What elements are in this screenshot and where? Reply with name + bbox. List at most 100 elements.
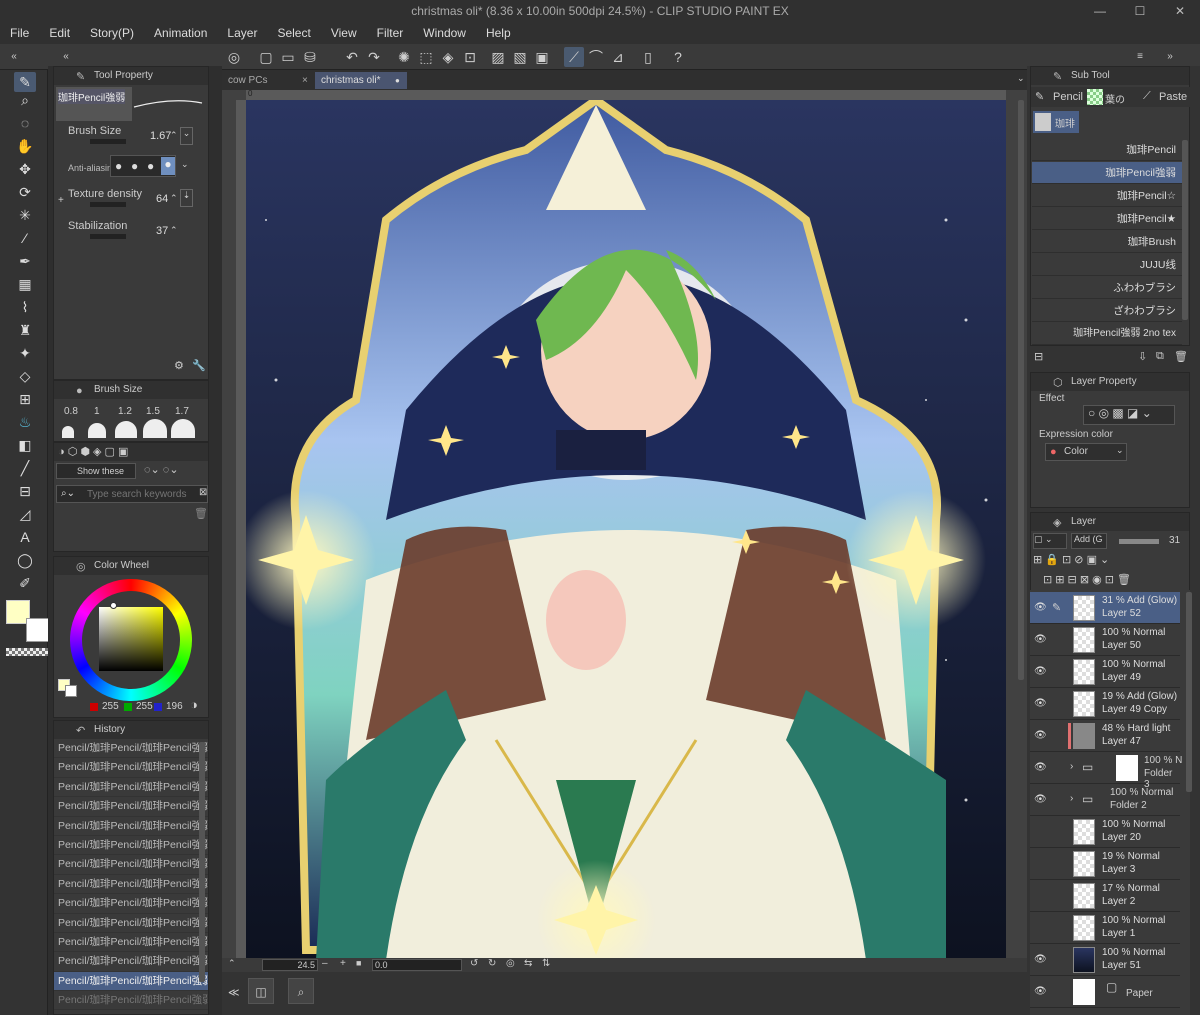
brush-size-preset-17[interactable]: 1.7 xyxy=(175,406,189,417)
layer-color-dropdown[interactable]: ▢ ⌄ xyxy=(1033,533,1067,549)
brush-size-spinner-icon[interactable]: ⌃ xyxy=(170,130,178,141)
rotate-right-icon[interactable]: ↻ xyxy=(488,958,496,969)
history-item[interactable]: Pencil/珈琲Pencil/珈琲Pencil強弱 xyxy=(54,875,208,895)
zoom-out-icon[interactable]: – xyxy=(322,958,328,969)
layer-row[interactable]: 👁 100 % Normal Layer 50 xyxy=(1030,624,1180,656)
brush-item[interactable]: 珈琲Pencil強弱 2no tex xyxy=(1032,323,1182,345)
opacity-value[interactable]: 31 xyxy=(1169,535,1180,546)
ruler-icon[interactable]: ◿ xyxy=(14,504,36,524)
hand-tool-icon[interactable]: ✋ xyxy=(14,136,36,156)
balloon-icon[interactable]: ◯ xyxy=(14,550,36,570)
layer-row[interactable]: 👁 48 % Hard light Layer 47 xyxy=(1030,720,1180,752)
tool-settings-icon[interactable]: ⚙ xyxy=(174,359,184,372)
history-item[interactable]: Pencil/珈琲Pencil/珈琲Pencil強弱 xyxy=(54,933,208,953)
snap-special-ruler-icon[interactable]: ⌒ xyxy=(586,47,606,67)
layer-row[interactable]: 👁 100 % Normal Layer 51 xyxy=(1030,944,1180,976)
tab-cow-pcs[interactable]: cow PCs × xyxy=(222,72,312,89)
saturation-value-square[interactable] xyxy=(99,607,163,671)
antialias-selector[interactable]: ● ● ● ● xyxy=(110,155,176,177)
brush-item[interactable]: ざわわブラシ xyxy=(1032,300,1182,322)
color-mode-icon[interactable]: ◑ xyxy=(190,697,198,712)
rotate-reset-icon[interactable]: ◎ xyxy=(506,958,515,969)
layer-row[interactable]: 100 % Normal Layer 20 xyxy=(1030,816,1180,848)
sub-tool-delete-icon[interactable]: 🗑 xyxy=(1174,350,1188,363)
folder-expand-icon[interactable]: › xyxy=(1070,761,1073,772)
menu-file[interactable]: File xyxy=(10,26,29,40)
material-filter-icon[interactable]: ◌⌄ ◌⌄ xyxy=(144,463,179,476)
search-layer-icon[interactable]: ⌕ xyxy=(288,978,314,1004)
tab-list-icon[interactable]: ⌄ xyxy=(1017,73,1025,84)
texture-pressure-icon[interactable]: ⇣ xyxy=(180,189,193,207)
folder-expand-icon[interactable]: › xyxy=(1070,793,1073,804)
rgb-b-value[interactable]: 196 xyxy=(166,701,183,712)
eraser-icon[interactable]: ◇ xyxy=(14,366,36,386)
blend-icon[interactable]: ⊞ xyxy=(14,389,36,409)
eye-icon[interactable]: 👁 xyxy=(1034,602,1047,613)
rgb-g-value[interactable]: 255 xyxy=(136,701,153,712)
color-picker-cursor[interactable] xyxy=(110,602,117,609)
menu-filter[interactable]: Filter xyxy=(377,26,404,40)
opacity-slider[interactable] xyxy=(1119,539,1159,544)
eye-icon[interactable]: 👁 xyxy=(1034,634,1047,645)
tab-modified-icon[interactable]: ● xyxy=(395,72,400,89)
collapse-panel-icon[interactable]: « xyxy=(56,47,76,67)
tab-pencil[interactable]: Pencil xyxy=(1053,91,1083,103)
history-item[interactable]: Pencil/珈琲Pencil/珈琲Pencil強弱 xyxy=(54,991,208,1011)
pen-icon[interactable]: ✒ xyxy=(14,251,36,271)
selection-border-icon[interactable]: ▣ xyxy=(532,47,552,67)
material-trash-icon[interactable]: 🗑 xyxy=(194,507,208,520)
tab-leaf[interactable]: 葉の xyxy=(1105,91,1125,106)
brush-item[interactable]: JUJU线 xyxy=(1032,254,1182,276)
maximize-button[interactable]: ☐ xyxy=(1120,0,1160,22)
eye-icon[interactable]: 👁 xyxy=(1034,762,1047,773)
panel-menu-right-icon[interactable]: ≡ xyxy=(1130,47,1150,67)
aa-weak-icon[interactable]: ● xyxy=(131,159,138,173)
layer-row[interactable]: 👁 › ▭ 100 % Normal Folder 2 xyxy=(1030,784,1180,816)
navigator-toggle-icon[interactable]: ◫ xyxy=(248,978,274,1004)
rotate-left-icon[interactable]: ↺ xyxy=(470,958,478,969)
layer-action-icons[interactable]: ⊡ ⊞ ⊟ ⊠ ◉ ⊡ 🗑 xyxy=(1043,573,1131,586)
layer-row[interactable]: 👁 19 % Add (Glow) Layer 49 Copy xyxy=(1030,688,1180,720)
tab-christmas-oli[interactable]: christmas oli* ● xyxy=(315,72,407,89)
layer-row[interactable]: 👁 100 % Normal Layer 49 xyxy=(1030,656,1180,688)
layer-row-selected[interactable]: 👁 ✎ 31 % Add (Glow) Layer 52 xyxy=(1030,592,1180,624)
brush-size-preset-12[interactable]: 1.2 xyxy=(118,406,132,417)
history-item[interactable]: Pencil/珈琲Pencil/珈琲Pencil強弱 xyxy=(54,952,208,972)
history-item[interactable]: Pencil/珈琲Pencil/珈琲Pencil強弱 xyxy=(54,836,208,856)
history-scrollbar[interactable] xyxy=(199,742,205,982)
clear-icon[interactable]: ⬚ xyxy=(416,47,436,67)
open-file-icon[interactable]: ▭ xyxy=(278,47,298,67)
deselect-icon[interactable]: ▨ xyxy=(488,47,508,67)
collapse-left-icon[interactable]: « xyxy=(4,47,24,67)
tab-pastel[interactable]: Paste xyxy=(1159,91,1187,103)
aa-none-icon[interactable]: ● xyxy=(115,159,122,173)
eye-icon[interactable]: 👁 xyxy=(1034,730,1047,741)
history-item[interactable]: Pencil/珈琲Pencil/珈琲Pencil強弱 xyxy=(54,739,208,759)
brush-size-preset-1[interactable]: 1 xyxy=(94,406,100,417)
layer-scrollbar[interactable] xyxy=(1186,592,1192,792)
fill-tool-icon[interactable]: ♨ xyxy=(14,412,36,432)
lasso-select-icon[interactable]: ◌ xyxy=(14,113,36,133)
frame-border-icon[interactable]: ⊟ xyxy=(14,481,36,501)
effect-buttons[interactable]: ○ ◎ ▩ ◪ ⌄ xyxy=(1083,405,1175,425)
material-search-input[interactable] xyxy=(87,487,197,501)
eye-icon[interactable]: 👁 xyxy=(1034,698,1047,709)
menu-animation[interactable]: Animation xyxy=(154,26,207,40)
snap-ruler-icon[interactable]: ⟋ xyxy=(564,47,584,67)
aa-medium-icon[interactable]: ● xyxy=(147,159,154,173)
expand-plus-icon[interactable]: + xyxy=(58,195,64,206)
transparent-color-swatch[interactable] xyxy=(6,648,48,656)
move-tool-icon[interactable]: ✥ xyxy=(14,159,36,179)
layer-row[interactable]: 19 % Normal Layer 3 xyxy=(1030,848,1180,880)
gradient-icon[interactable]: ◧ xyxy=(14,435,36,455)
pencil-icon[interactable]: ▦ xyxy=(14,274,36,294)
undo-icon[interactable]: ↶ xyxy=(342,47,362,67)
material-filter-dropdown[interactable]: Show these xyxy=(56,463,136,479)
brush-item-selected[interactable]: 珈琲Pencil強弱 xyxy=(1032,162,1182,184)
transform-icon[interactable]: ⊡ xyxy=(460,47,480,67)
status-collapse-icon[interactable]: ⌃ xyxy=(228,958,236,969)
antialias-dropdown-icon[interactable]: ⌄ xyxy=(181,159,189,170)
eye-icon[interactable]: 👁 xyxy=(1034,954,1047,965)
collapse-right-icon[interactable]: » xyxy=(1160,47,1180,67)
clip-studio-icon[interactable]: ◎ xyxy=(224,47,244,67)
